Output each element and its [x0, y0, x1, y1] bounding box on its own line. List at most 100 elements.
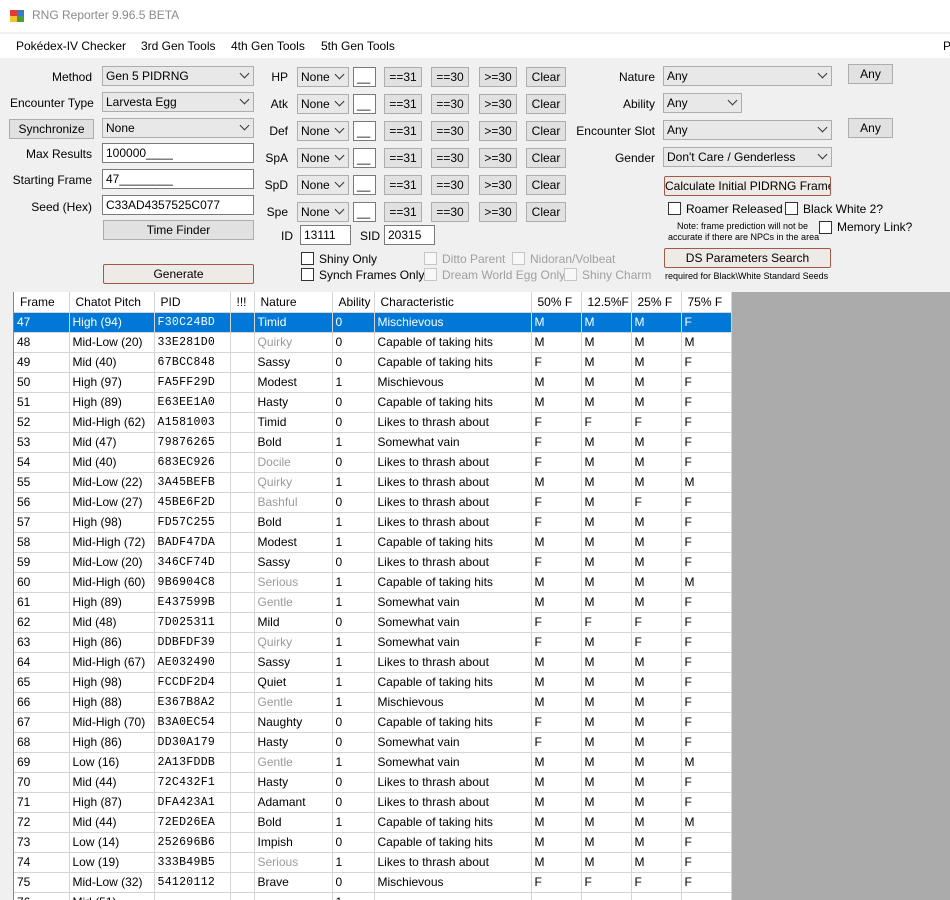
column-header[interactable]: Frame: [14, 292, 70, 313]
nature-any-button[interactable]: Any: [848, 64, 893, 84]
column-header[interactable]: 50% F: [531, 292, 582, 313]
iv-hp-value-input[interactable]: __: [353, 67, 376, 87]
table-row[interactable]: 73 Low (14) 252696B6 Impish 0 Capable of taki…: [14, 832, 732, 853]
seed-input[interactable]: C33AD4357525C077: [102, 195, 254, 215]
column-header[interactable]: Ability: [332, 292, 375, 313]
nidoran-volbeat-checkbox[interactable]: [512, 252, 525, 265]
iv-hp-ge30-button[interactable]: >=30: [479, 67, 517, 87]
table-row[interactable]: 68 High (86) DD30A179 Hasty 0 Somewhat vain F M…: [14, 732, 732, 753]
iv-spa-eq31-button[interactable]: ==31: [384, 148, 422, 168]
table-row[interactable]: 63 High (86) DDBFDF39 Quirky 1 Somewhat vain F…: [14, 632, 732, 653]
dream-world-egg-checkbox[interactable]: [424, 268, 437, 281]
shiny-only-checkbox[interactable]: [301, 252, 314, 265]
shiny-charm-checkbox[interactable]: [564, 268, 577, 281]
iv-spd-eq30-button[interactable]: ==30: [431, 175, 469, 195]
iv-spd-ge30-button[interactable]: >=30: [479, 175, 517, 195]
iv-def-eq30-button[interactable]: ==30: [431, 121, 469, 141]
iv-spd-value-input[interactable]: __: [353, 175, 376, 195]
results-grid[interactable]: Frame Chatot Pitch PID!!! Nature Ability Char…: [13, 292, 950, 900]
table-row[interactable]: 55 Mid-Low (22) 3A45BEFB Quirky 1 Likes to th…: [14, 472, 732, 493]
memory-link-checkbox[interactable]: [819, 221, 832, 234]
iv-def-ge30-button[interactable]: >=30: [479, 121, 517, 141]
table-row[interactable]: 67 Mid-High (70) B3A0EC54 Naughty 0 Capable o…: [14, 712, 732, 733]
table-row[interactable]: 72 Mid (44) 72ED26EA Bold 1 Capable of taking…: [14, 812, 732, 833]
menu-3rd-gen-tools[interactable]: 3rd Gen Tools: [141, 39, 216, 53]
table-row[interactable]: 60 Mid-High (60) 9B6904C8 Serious 1 Capable o…: [14, 572, 732, 593]
table-row[interactable]: 71 High (87) DFA423A1 Adamant 0 Likes to thra…: [14, 792, 732, 813]
encounter-slot-any-button[interactable]: Any: [848, 118, 893, 138]
encounter-type-select[interactable]: Larvesta Egg: [102, 92, 254, 112]
iv-spd-clear-button[interactable]: Clear: [526, 175, 566, 195]
table-row[interactable]: 59 Mid-Low (20) 346CF74D Sassy 0 Likes to thr…: [14, 552, 732, 573]
iv-spa-eq30-button[interactable]: ==30: [431, 148, 469, 168]
iv-spe-ge30-button[interactable]: >=30: [479, 202, 517, 222]
table-row[interactable]: 64 Mid-High (67) AE032490 Sassy 1 Likes to th…: [14, 652, 732, 673]
table-row[interactable]: 56 Mid-Low (27) 45BE6F2D Bashful 0 Likes to t…: [14, 492, 732, 513]
iv-hp-clear-button[interactable]: Clear: [526, 67, 566, 87]
iv-def-compare-select[interactable]: None: [297, 121, 349, 141]
iv-spd-compare-select[interactable]: None: [297, 175, 349, 195]
table-row[interactable]: 65 High (98) FCCDF2D4 Quiet 1 Capable of taki…: [14, 672, 732, 693]
iv-spe-compare-select[interactable]: None: [297, 202, 349, 222]
time-finder-button[interactable]: Time Finder: [103, 220, 254, 240]
table-row[interactable]: 57 High (98) FD57C255 Bold 1 Likes to thrash …: [14, 512, 732, 533]
iv-spe-value-input[interactable]: __: [353, 202, 376, 222]
gender-select[interactable]: Don't Care / Genderless: [663, 147, 832, 167]
table-row[interactable]: 61 High (89) E437599B Gentle 1 Somewhat vain M…: [14, 592, 732, 613]
max-results-input[interactable]: 100000____: [102, 143, 254, 163]
table-row[interactable]: 69 Low (16) 2A13FDDB Gentle 1 Somewhat vain M M…: [14, 752, 732, 773]
ability-select[interactable]: Any: [663, 93, 742, 113]
table-row[interactable]: 66 High (88) E367B8A2 Gentle 1 Mischievous M M M…: [14, 692, 732, 713]
table-row[interactable]: 50 High (97) FA5FF29D Modest 1 Mischievous M M M…: [14, 372, 732, 393]
menu-overflow[interactable]: P: [943, 39, 950, 53]
table-row[interactable]: 47 High (94) F30C24BD Timid 0 Mischievous M M M F: [14, 312, 732, 333]
column-header[interactable]: Nature: [254, 292, 333, 313]
ditto-parent-checkbox[interactable]: [424, 252, 437, 265]
menu-pokedex-iv-checker[interactable]: Pokédex-IV Checker: [16, 39, 126, 53]
iv-def-value-input[interactable]: __: [353, 121, 376, 141]
column-header[interactable]: 75% F: [681, 292, 732, 313]
iv-spa-clear-button[interactable]: Clear: [526, 148, 566, 168]
menu-5th-gen-tools[interactable]: 5th Gen Tools: [321, 39, 395, 53]
column-header[interactable]: 12.5%F: [581, 292, 632, 313]
table-row[interactable]: 48 Mid-Low (20) 33E281D0 Quirky 0 Capable of …: [14, 332, 732, 353]
id-input[interactable]: 13111: [300, 225, 351, 245]
iv-hp-compare-select[interactable]: None: [297, 67, 349, 87]
column-header[interactable]: !!!: [230, 292, 255, 313]
iv-atk-ge30-button[interactable]: >=30: [479, 94, 517, 114]
table-row[interactable]: 74 Low (19) 333B49B5 Serious 1 Likes to thras…: [14, 852, 732, 873]
iv-atk-value-input[interactable]: __: [353, 94, 376, 114]
iv-atk-eq30-button[interactable]: ==30: [431, 94, 469, 114]
table-row[interactable]: 53 Mid (47) 79876265 Bold 1 Somewhat vain F M M F: [14, 432, 732, 453]
column-header[interactable]: 25% F: [631, 292, 682, 313]
sid-input[interactable]: 20315: [384, 225, 435, 245]
black-white-2-checkbox[interactable]: [785, 202, 798, 215]
iv-def-eq31-button[interactable]: ==31: [384, 121, 422, 141]
method-select[interactable]: Gen 5 PIDRNG: [102, 66, 254, 86]
generate-button[interactable]: Generate: [103, 264, 254, 284]
iv-spe-eq31-button[interactable]: ==31: [384, 202, 422, 222]
column-header[interactable]: Characteristic: [374, 292, 532, 313]
iv-hp-eq30-button[interactable]: ==30: [431, 67, 469, 87]
nature-select[interactable]: Any: [663, 66, 832, 86]
column-header[interactable]: PID: [154, 292, 231, 313]
iv-atk-clear-button[interactable]: Clear: [526, 94, 566, 114]
iv-spe-clear-button[interactable]: Clear: [526, 202, 566, 222]
table-row[interactable]: 54 Mid (40) 683EC926 Docile 0 Likes to thrash…: [14, 452, 732, 473]
ds-parameters-search-button[interactable]: DS Parameters Search: [664, 248, 831, 268]
table-row[interactable]: 51 High (89) E63EE1A0 Hasty 0 Capable of taki…: [14, 392, 732, 413]
table-row[interactable]: 70 Mid (44) 72C432F1 Hasty 0 Likes to thrash …: [14, 772, 732, 793]
table-row[interactable]: 49 Mid (40) 67BCC848 Sassy 0 Capable of takin…: [14, 352, 732, 373]
iv-hp-eq31-button[interactable]: ==31: [384, 67, 422, 87]
iv-atk-eq31-button[interactable]: ==31: [384, 94, 422, 114]
encounter-slot-select[interactable]: Any: [663, 120, 832, 140]
calculate-initial-frame-button[interactable]: Calculate Initial PIDRNG Frame: [664, 176, 831, 196]
table-row[interactable]: 52 Mid-High (62) A1581003 Timid 0 Likes to th…: [14, 412, 732, 433]
starting-frame-input[interactable]: 47________: [102, 169, 254, 189]
iv-spa-compare-select[interactable]: None: [297, 148, 349, 168]
menu-4th-gen-tools[interactable]: 4th Gen Tools: [231, 39, 305, 53]
table-row[interactable]: 62 Mid (48) 7D025311 Mild 0 Somewhat vain F F F F: [14, 612, 732, 633]
synchronize-select[interactable]: None: [102, 118, 254, 138]
roamer-released-checkbox[interactable]: [668, 202, 681, 215]
iv-spa-value-input[interactable]: __: [353, 148, 376, 168]
